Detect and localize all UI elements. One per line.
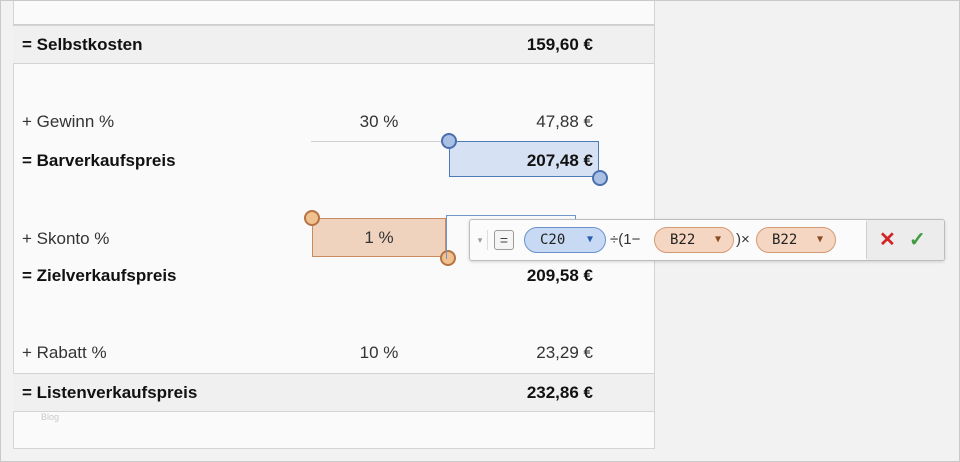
formula-token-c20[interactable]: C20 ▼ — [524, 227, 606, 253]
chevron-down-icon[interactable]: ▼ — [817, 228, 823, 252]
label-skonto: + Skonto % — [22, 229, 110, 248]
value-listenverkaufspreis[interactable]: 232,86 € — [471, 383, 593, 403]
token-label: C20 — [540, 232, 566, 248]
formula-operator: ÷(1− — [610, 231, 641, 248]
app-window: = Selbstkosten 159,60 € + Gewinn % 30 % … — [0, 0, 960, 462]
row-divider — [311, 141, 449, 142]
percent-gewinn[interactable]: 30 % — [331, 112, 427, 132]
formula-operator: )× — [736, 231, 750, 248]
selection-handle-top-left[interactable] — [441, 133, 457, 149]
formula-token-b22[interactable]: B22 ▼ — [654, 227, 734, 253]
label-rabatt: + Rabatt % — [22, 343, 107, 362]
token-label: B22 — [670, 232, 696, 248]
label-selbstkosten: = Selbstkosten — [22, 35, 143, 54]
label-gewinn: + Gewinn % — [22, 112, 115, 131]
formula-actions: ✕ ✓ — [867, 220, 944, 260]
equals-icon[interactable]: = — [494, 230, 514, 250]
checkmark-icon[interactable]: ✓ — [909, 227, 926, 253]
label-barverkaufspreis: = Barverkaufspreis — [22, 151, 176, 170]
chevron-down-icon[interactable]: ▼ — [715, 228, 721, 252]
label-zielverkaufspreis: = Zielverkaufspreis — [22, 266, 177, 285]
selection-handle-bottom-right[interactable] — [592, 170, 608, 186]
formula-editor[interactable]: ▾ = C20 ▼ ÷(1− B22 ▼ )× B22 ▼ ✕ ✓ — [469, 219, 945, 261]
value-rabatt[interactable]: 23,29 € — [471, 343, 593, 363]
value-gewinn[interactable]: 47,88 € — [471, 112, 593, 132]
value-barverkaufspreis[interactable]: 207,48 € — [471, 151, 593, 171]
percent-skonto[interactable]: 1 % — [331, 228, 427, 248]
value-selbstkosten[interactable]: 159,60 € — [471, 35, 593, 55]
formula-token-b22[interactable]: B22 ▼ — [756, 227, 836, 253]
watermark: Blog — [41, 412, 60, 422]
cancel-icon[interactable]: ✕ — [879, 227, 896, 253]
percent-rabatt[interactable]: 10 % — [331, 343, 427, 363]
selection-handle-top-left[interactable] — [304, 210, 320, 226]
chevron-down-icon[interactable]: ▼ — [587, 228, 593, 252]
value-zielverkaufspreis[interactable]: 209,58 € — [471, 266, 593, 286]
label-listenverkaufspreis: = Listenverkaufspreis — [22, 383, 198, 402]
token-label: B22 — [772, 232, 798, 248]
drag-handle-icon[interactable]: ▾ — [473, 230, 488, 250]
